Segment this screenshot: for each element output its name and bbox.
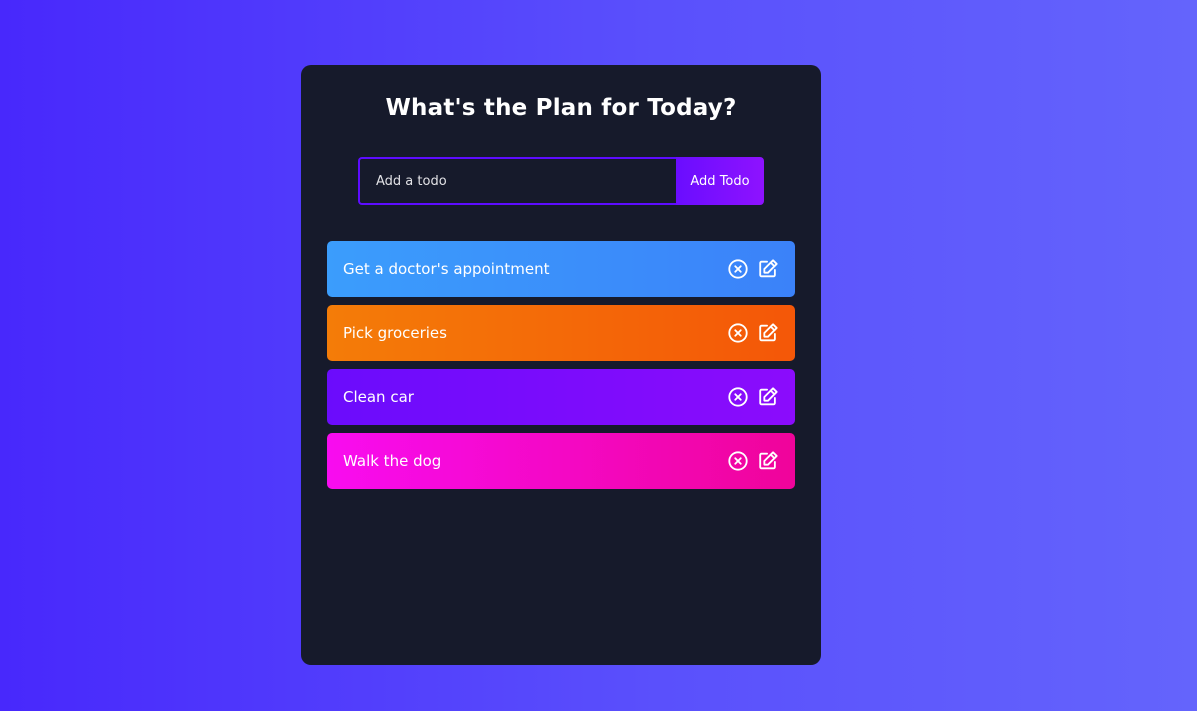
todo-list: Get a doctor's appointment Pick grocerie… [327,241,795,497]
edit-icon[interactable] [757,386,779,408]
todo-item[interactable]: Get a doctor's appointment [327,241,795,297]
todo-item-text[interactable]: Walk the dog [343,452,441,470]
todo-item-text[interactable]: Pick groceries [343,324,447,342]
todo-item-actions [727,450,779,472]
close-circle-icon[interactable] [727,322,749,344]
todo-item[interactable]: Pick groceries [327,305,795,361]
todo-item-actions [727,258,779,280]
add-todo-button[interactable]: Add Todo [676,157,764,205]
todo-item-text[interactable]: Clean car [343,388,414,406]
edit-icon[interactable] [757,258,779,280]
edit-icon[interactable] [757,450,779,472]
close-circle-icon[interactable] [727,386,749,408]
todo-item[interactable]: Clean car [327,369,795,425]
todo-item-actions [727,386,779,408]
todo-input[interactable] [358,157,676,205]
page-title: What's the Plan for Today? [385,95,737,121]
todo-item-actions [727,322,779,344]
close-circle-icon[interactable] [727,450,749,472]
edit-icon[interactable] [757,322,779,344]
close-circle-icon[interactable] [727,258,749,280]
todo-app: What's the Plan for Today? Add Todo Get … [301,65,821,665]
todo-form: Add Todo [358,157,764,205]
todo-item-text[interactable]: Get a doctor's appointment [343,260,550,278]
todo-item[interactable]: Walk the dog [327,433,795,489]
